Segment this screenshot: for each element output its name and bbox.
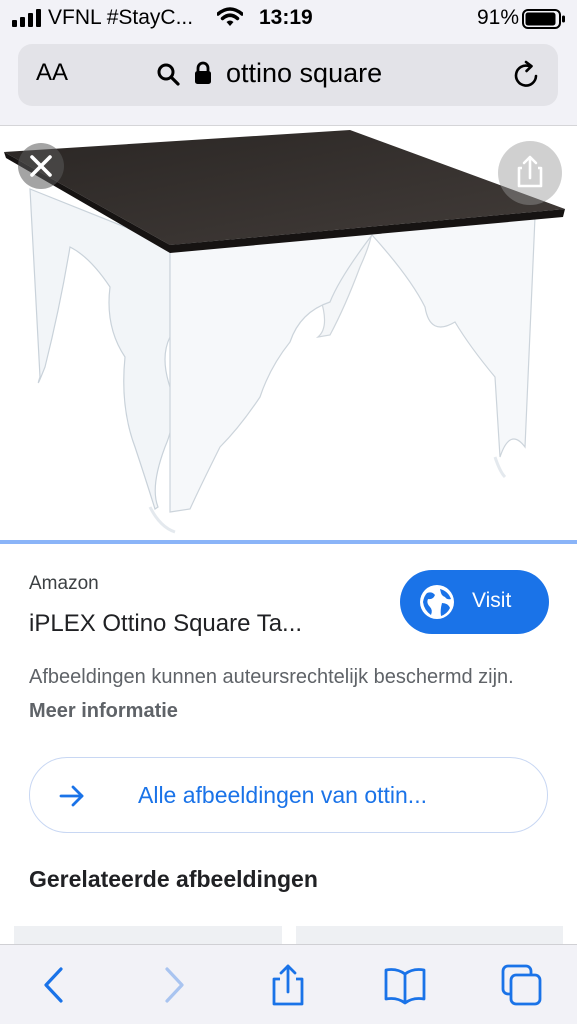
visit-label: Visit: [472, 589, 512, 612]
back-icon[interactable]: [34, 963, 78, 1007]
share-icon: [517, 155, 543, 188]
product-image: [4, 130, 565, 534]
image-share-button[interactable]: [498, 141, 562, 205]
all-images-label: Alle afbeeldingen van ottin...: [138, 782, 427, 808]
url-text[interactable]: ottino square: [226, 58, 382, 89]
globe-icon: [420, 585, 454, 619]
bottom-toolbar: [0, 944, 577, 1024]
forward-icon[interactable]: [150, 963, 194, 1007]
notice-text: Afbeeldingen kunnen auteursrechtelijk be…: [29, 666, 514, 688]
signal-bars-icon: [12, 9, 41, 27]
related-images-strip: [14, 926, 563, 944]
battery-percentage: 91%: [477, 6, 520, 29]
visit-button[interactable]: Visit: [400, 570, 549, 634]
more-info-link[interactable]: Meer informatie: [29, 700, 178, 722]
text-size-button[interactable]: AA: [36, 59, 68, 87]
battery-icon: [522, 9, 565, 29]
wifi-icon: [217, 7, 243, 26]
carrier-name: VFNL #StayC...: [48, 6, 194, 29]
image-viewer[interactable]: [0, 127, 577, 540]
close-icon: [30, 155, 52, 177]
reload-icon[interactable]: [512, 60, 542, 90]
related-image-thumbnail[interactable]: [296, 926, 563, 944]
address-bar-area: AA ottino square: [0, 38, 577, 126]
result-title[interactable]: iPLEX Ottino Square Ta...: [29, 610, 302, 638]
tabs-icon[interactable]: [500, 963, 544, 1007]
address-field[interactable]: AA ottino square: [18, 44, 558, 106]
copyright-notice: Afbeeldingen kunnen auteursrechtelijk be…: [29, 660, 549, 728]
search-icon: [157, 63, 180, 86]
share-icon[interactable]: [266, 963, 310, 1007]
all-images-button[interactable]: Alle afbeeldingen van ottin...: [29, 757, 548, 833]
lock-icon: [195, 61, 211, 84]
related-image-thumbnail[interactable]: [14, 926, 282, 944]
viewer-divider: [0, 540, 577, 544]
related-images-heading: Gerelateerde afbeeldingen: [29, 866, 318, 892]
result-source[interactable]: Amazon: [29, 573, 99, 595]
bookmarks-icon[interactable]: [383, 963, 427, 1007]
status-bar: VFNL #StayC... 13:19 91%: [0, 0, 577, 38]
clock-time: 13:19: [259, 6, 313, 29]
arrow-right-icon: [59, 785, 84, 807]
close-button[interactable]: [18, 143, 64, 189]
